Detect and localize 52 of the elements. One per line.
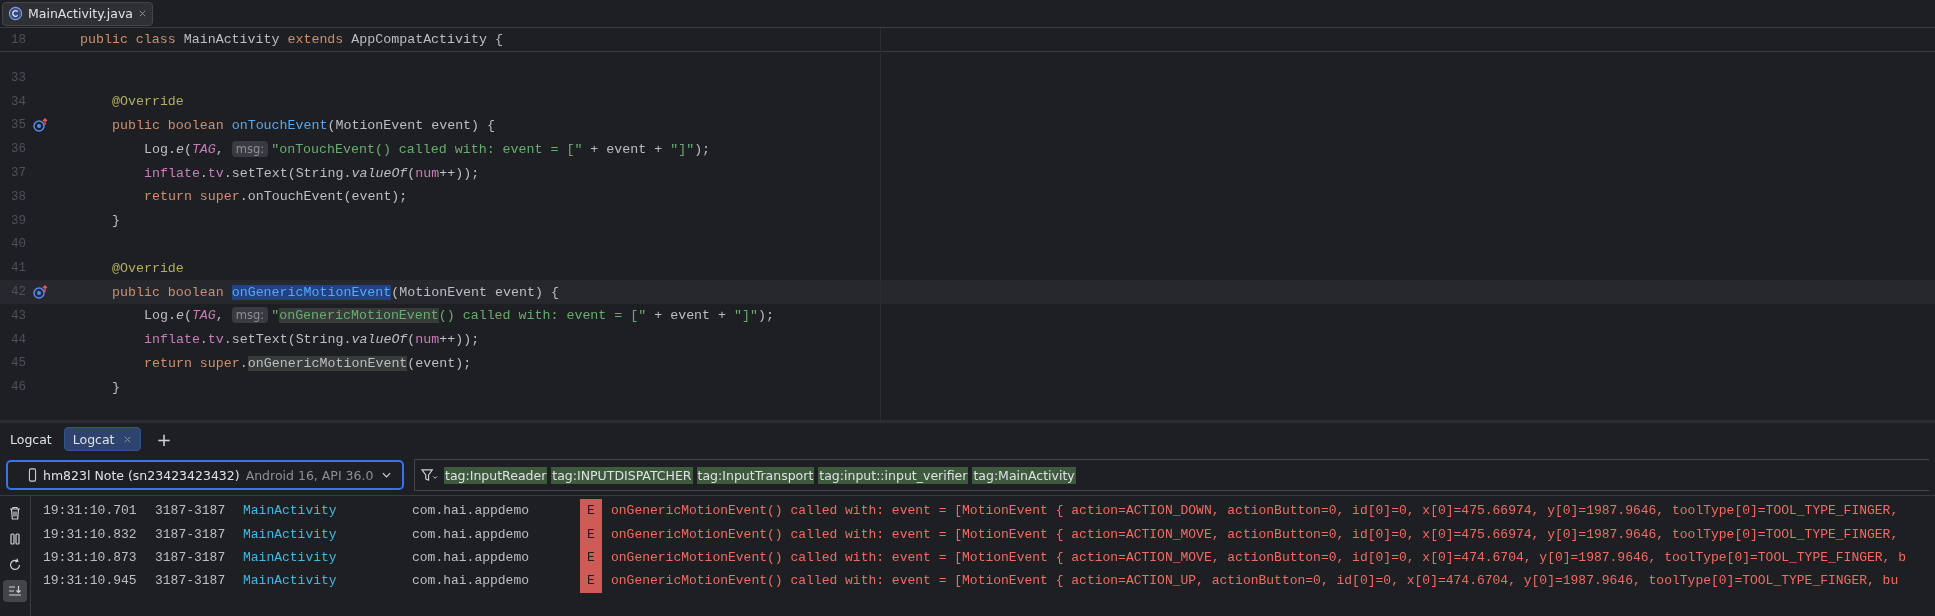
add-tab-button[interactable]: +	[152, 428, 176, 450]
scroll-to-end-icon[interactable]	[3, 580, 27, 602]
log-level: E	[580, 499, 602, 523]
log-level: E	[580, 569, 602, 593]
log-package: com.hai.appdemo	[412, 549, 531, 565]
close-icon[interactable]	[137, 9, 147, 18]
filter-field[interactable]: tag:InputReader tag:INPUTDISPATCHER tag:InputTransport tag:input::input_verifier tag:MainActivity	[414, 459, 1929, 491]
code-line: public class MainActivity extends AppCompatActivity {	[80, 32, 503, 47]
code-line: @Override	[112, 260, 184, 276]
log-tag: MainActivity	[243, 503, 412, 519]
log-time: 19:31:10.945	[42, 573, 138, 589]
code-line: return super.onGenericMotionEvent(event);	[144, 355, 472, 371]
filter-icon	[421, 467, 438, 483]
code-line: @Override	[112, 94, 184, 110]
device-dropdown[interactable]: hm823l Note (sn23423423432) Android 16, API 36.0	[6, 460, 404, 490]
code-line: Log.e(TAG, msg: "onTouchEvent() called with: event = [" + event + "]");	[144, 141, 711, 157]
code-line: inflate.tv.setText(String.valueOf(num++));	[144, 332, 480, 348]
log-message: onGenericMotionEvent() called with: event = [MotionEvent { action=ACTION_DOWN, actionButton=0, id[0]=0, x[0]=475.66974, y[0]=1987.9646, toolType[0]=TOOL_TYPE_FINGER,	[611, 503, 1899, 519]
log-tag: MainActivity	[243, 573, 412, 589]
log-tag: MainActivity	[243, 549, 412, 565]
log-package: com.hai.appdemo	[412, 573, 531, 589]
log-pid: 3187-3187	[155, 549, 227, 565]
log-package: com.hai.appdemo	[412, 503, 531, 519]
file-tab[interactable]: MainActivity.java	[2, 1, 153, 26]
chevron-icon	[381, 471, 392, 479]
log-level: E	[580, 545, 602, 570]
code-line: return super.onTouchEvent(event);	[144, 189, 408, 205]
log-level: E	[580, 522, 602, 546]
code-line: }	[112, 213, 120, 229]
log-message: onGenericMotionEvent() called with: event = [MotionEvent { action=ACTION_UP, actionButton=0, id[0]=0, x[0]=474.6704, y[0]=1987.9646, toolType[0]=TOOL_TYPE_FINGER, bu	[611, 573, 1899, 589]
log-time: 19:31:10.873	[42, 549, 138, 565]
code-line: public boolean onTouchEvent(MotionEvent event) {	[112, 118, 496, 133]
code-line: inflate.tv.setText(String.valueOf(num++));	[144, 165, 480, 181]
panel-title: Logcat	[10, 431, 52, 447]
log-message: onGenericMotionEvent() called with: event = [MotionEvent { action=ACTION_MOVE, actionButton=0, id[0]=0, x[0]=475.66974, y[0]=1987.9646, toolType[0]=TOOL_TYPE_FINGER,	[611, 526, 1899, 542]
log-time: 19:31:10.701	[42, 503, 138, 519]
log-package: com.hai.appdemo	[412, 526, 531, 542]
target-arrow-icon[interactable]	[32, 118, 50, 133]
log-pid: 3187-3187	[155, 503, 227, 519]
log-time: 19:31:10.832	[42, 526, 138, 542]
log-message: onGenericMotionEvent() called with: event = [MotionEvent { action=ACTION_MOVE, actionButton=0, id[0]=0, x[0]=474.6704, y[0]=1987.9646, toolType[0]=TOOL_TYPE_FINGER, b	[611, 549, 1906, 565]
logcat-tab[interactable]: Logcat	[63, 427, 141, 451]
code-line: public boolean onGenericMotionEvent(MotionEvent event) {	[112, 284, 559, 300]
code-line: Log.e(TAG, msg: "onGenericMotionEvent() called with: event = [" + event + "]");	[144, 308, 774, 324]
log-pid: 3187-3187	[155, 573, 227, 589]
close-icon[interactable]	[122, 434, 132, 444]
class-icon	[8, 6, 23, 21]
log-pid: 3187-3187	[155, 526, 227, 542]
target-arrow-icon[interactable]	[32, 285, 50, 300]
code-line: }	[112, 379, 120, 395]
log-tag: MainActivity	[243, 526, 412, 542]
phone-icon	[28, 468, 37, 482]
